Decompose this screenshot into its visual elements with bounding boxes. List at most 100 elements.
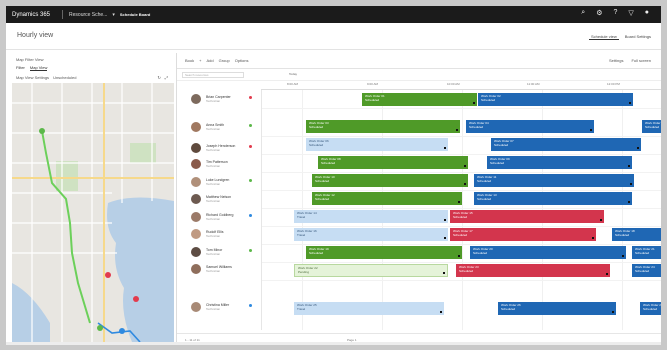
map-settings-dropdown[interactable]: Map View Settings xyxy=(16,75,49,80)
booking-bar[interactable]: Work Order 21 Scheduled xyxy=(632,246,661,259)
booking-bar[interactable]: Work Order 03 Scheduled xyxy=(306,120,460,133)
app-name[interactable]: Resource Sche... xyxy=(69,12,107,18)
divider xyxy=(62,10,64,19)
booking-bar[interactable]: Work Order 27 Scheduled xyxy=(640,302,661,315)
booking-handle[interactable] xyxy=(630,183,632,185)
booking-handle[interactable] xyxy=(590,129,592,131)
booking-bar[interactable]: Work Order 15 Scheduled xyxy=(450,210,604,223)
schedule-lanes[interactable]: Work Order 01 Scheduled Work Order 02 Sche… xyxy=(261,90,661,330)
booking-bar[interactable]: Work Order 13 Scheduled xyxy=(474,192,632,205)
booking-bar[interactable]: Work Order 26 Scheduled xyxy=(498,302,616,315)
unscheduled-toggle[interactable]: Unscheduled xyxy=(53,75,76,80)
booking-handle[interactable] xyxy=(637,147,639,149)
search-icon[interactable]: ⌕ xyxy=(581,9,585,17)
booking-bar[interactable]: Work Order 05Scheduled xyxy=(642,120,661,133)
booking-bar[interactable]: Work Order 25 Travel xyxy=(294,302,444,315)
expand-icon[interactable]: ⤢ xyxy=(165,75,168,80)
booking-bar[interactable]: Work Order 04 Scheduled xyxy=(466,120,594,133)
add-icon[interactable]: + xyxy=(199,58,201,63)
booking-handle[interactable] xyxy=(443,272,445,274)
booking-bar[interactable]: Work Order 01 Scheduled xyxy=(362,93,477,106)
booking-bar[interactable]: Work Order 12 Scheduled xyxy=(312,192,462,205)
resource-row[interactable]: Samuel Williams Technician xyxy=(177,262,261,275)
booking-bar[interactable]: Work Order 06 Scheduled xyxy=(306,138,448,151)
resource-search-input[interactable]: Search resources xyxy=(182,72,244,78)
booking-handle[interactable] xyxy=(473,102,475,104)
book-button[interactable]: Book xyxy=(185,58,194,63)
board-settings-link[interactable]: Board Settings xyxy=(625,34,651,40)
fullscreen-button[interactable]: Full screen xyxy=(631,58,651,63)
booking-status: Scheduled xyxy=(309,125,324,129)
booking-handle[interactable] xyxy=(600,219,602,221)
booking-bar[interactable]: Work Order 18 Scheduled xyxy=(612,228,661,241)
chevron-down-icon[interactable]: ▾ xyxy=(112,12,115,18)
booking-handle[interactable] xyxy=(628,201,630,203)
resource-row[interactable]: Matthew Nelson Technician xyxy=(177,192,261,205)
booking-handle[interactable] xyxy=(629,102,631,104)
booking-handle[interactable] xyxy=(606,273,608,275)
resource-row[interactable]: Rudolf Ellis Technician xyxy=(177,227,261,240)
map-pin-icon[interactable] xyxy=(249,145,252,148)
map-pin-icon[interactable] xyxy=(249,96,252,99)
map-pin-icon[interactable] xyxy=(249,124,252,127)
booking-handle[interactable] xyxy=(440,311,442,313)
map-graphic[interactable] xyxy=(12,83,174,342)
booking-bar[interactable]: Work Order 09 Scheduled xyxy=(487,156,632,169)
booking-handle[interactable] xyxy=(464,165,466,167)
booking-handle[interactable] xyxy=(456,129,458,131)
map-pane-tabs: Filter Map View xyxy=(16,65,48,71)
booking-bar[interactable]: Work Order 17 Scheduled xyxy=(450,228,596,241)
settings-icon[interactable]: ⚙ xyxy=(596,9,602,17)
booking-bar[interactable]: Work Order 02 Scheduled xyxy=(478,93,633,106)
booking-bar[interactable]: Work Order 14 Travel xyxy=(294,210,448,223)
group-button[interactable]: Group xyxy=(219,58,230,63)
booking-status: Scheduled xyxy=(490,161,505,165)
tab-schedule-view[interactable]: Schedule view xyxy=(588,34,619,40)
resource-role: Technician xyxy=(206,233,221,238)
booking-handle[interactable] xyxy=(458,255,460,257)
booking-status: Pending xyxy=(298,270,310,274)
booking-bar[interactable]: Work Order 19 Scheduled xyxy=(306,246,462,259)
booking-bar[interactable]: Work Order 10 Scheduled xyxy=(312,174,468,187)
booking-handle[interactable] xyxy=(444,219,446,221)
booking-bar[interactable]: Work Order 16 Travel xyxy=(294,228,448,241)
user-icon[interactable]: ● xyxy=(645,9,649,17)
booking-handle[interactable] xyxy=(444,237,446,239)
options-button[interactable]: Options xyxy=(235,58,249,63)
booking-handle[interactable] xyxy=(458,201,460,203)
resource-role: Technician xyxy=(206,268,221,273)
map-pin-icon[interactable] xyxy=(249,179,252,182)
booking-bar[interactable]: Work Order 23 Scheduled xyxy=(456,264,610,277)
add-button[interactable]: Add xyxy=(206,58,213,63)
booking-status: Scheduled xyxy=(365,98,380,102)
booking-handle[interactable] xyxy=(612,311,614,313)
tab-map-view[interactable]: Map View xyxy=(29,65,48,71)
booking-bar[interactable]: Work Order 08 Scheduled xyxy=(318,156,468,169)
avatar xyxy=(191,193,201,204)
page-name[interactable]: Schedule Board xyxy=(120,12,150,17)
help-icon[interactable]: ? xyxy=(613,9,617,17)
booking-bar[interactable]: Work Order 11 Scheduled xyxy=(474,174,634,187)
map-pin-icon[interactable] xyxy=(249,249,252,252)
bottom-scrollbar[interactable] xyxy=(6,342,661,345)
booking-bar[interactable]: Work Order 20 Scheduled xyxy=(470,246,626,259)
brand-label[interactable]: Dynamics 365 xyxy=(12,12,50,18)
map-pin-icon[interactable] xyxy=(249,214,252,217)
map-canvas[interactable] xyxy=(12,83,174,342)
map-pin-icon[interactable] xyxy=(249,304,252,307)
filter-icon[interactable]: ▽ xyxy=(628,9,633,17)
booking-handle[interactable] xyxy=(628,165,630,167)
booking-handle[interactable] xyxy=(444,147,446,149)
refresh-icon[interactable]: ↻ xyxy=(157,75,160,80)
booking-handle[interactable] xyxy=(464,183,466,185)
resource-row[interactable]: Tim Patterson Technician xyxy=(177,157,261,170)
date-label[interactable]: Today xyxy=(289,72,297,76)
booking-bar[interactable]: Work Order 07 Scheduled xyxy=(491,138,641,151)
booking-bar[interactable]: Work Order 24 Scheduled xyxy=(632,264,661,277)
booking-bar[interactable]: Work Order 22 Pending xyxy=(294,264,448,277)
booking-handle[interactable] xyxy=(592,237,594,239)
booking-handle[interactable] xyxy=(622,255,624,257)
map-pane-header: Map Filter View Filter Map View Map View… xyxy=(12,53,174,83)
settings-button[interactable]: Settings xyxy=(609,58,623,63)
tab-filter[interactable]: Filter xyxy=(16,65,25,71)
